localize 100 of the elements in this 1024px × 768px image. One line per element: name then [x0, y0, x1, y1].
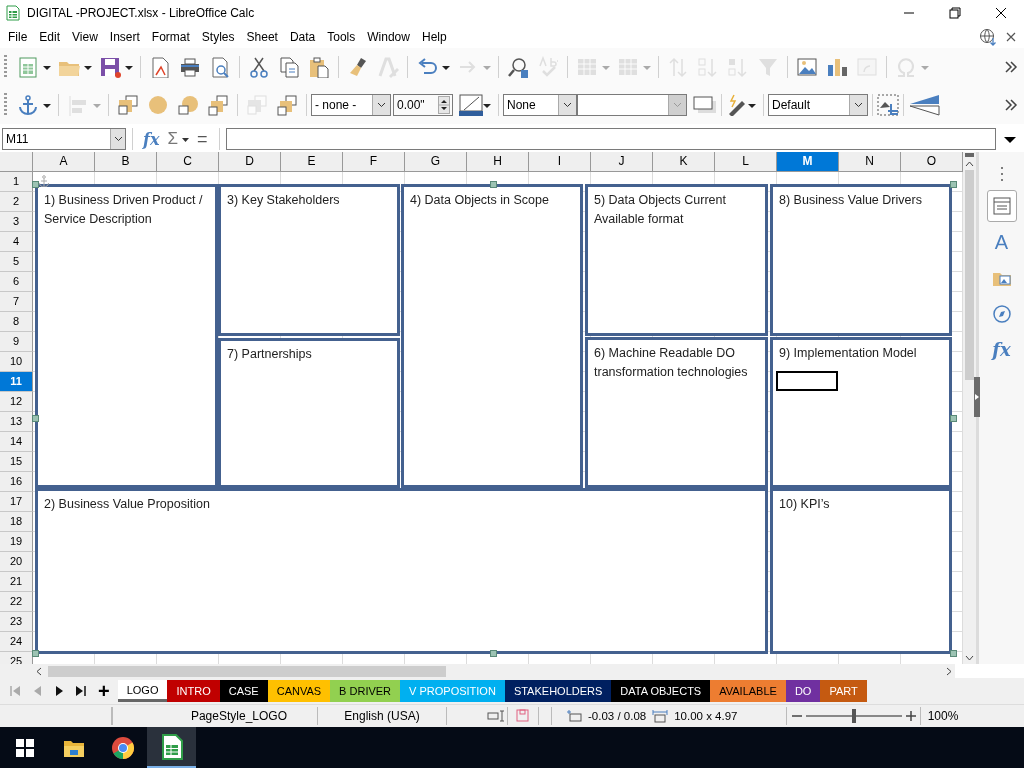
sheet-tab[interactable]: STAKEHOLDERS: [504, 680, 612, 702]
menu-item[interactable]: Styles: [195, 30, 241, 44]
globe-download-icon[interactable]: [979, 28, 997, 46]
style-dropdown[interactable]: Default: [768, 94, 868, 116]
row-header[interactable]: 21: [0, 572, 33, 592]
column-header[interactable]: G: [405, 152, 467, 172]
sheet-tab[interactable]: INTRO: [167, 680, 220, 702]
column-header[interactable]: A: [33, 152, 95, 172]
selection-handle[interactable]: [490, 181, 497, 188]
selection-handle[interactable]: [490, 650, 497, 657]
row-header[interactable]: 1: [0, 172, 33, 192]
row-header[interactable]: 22: [0, 592, 33, 612]
bar-chart-icon[interactable]: [826, 56, 848, 78]
sheet-tab[interactable]: DO: [785, 680, 821, 702]
pdf-document-icon[interactable]: [149, 56, 171, 78]
functions-button[interactable]: fx: [986, 334, 1017, 366]
column-header[interactable]: B: [95, 152, 157, 172]
column-header[interactable]: D: [219, 152, 281, 172]
spreadsheet-icon[interactable]: [160, 733, 183, 760]
collapse-handle-icon[interactable]: [974, 377, 980, 417]
sum-button[interactable]: Σ: [165, 129, 180, 149]
sheet-tab[interactable]: LOGO: [117, 680, 168, 702]
clipboard-icon[interactable]: [308, 56, 330, 78]
browser-icon[interactable]: [110, 735, 135, 760]
copy-icon[interactable]: [278, 56, 300, 78]
flip-icon[interactable]: [908, 94, 940, 116]
row-header[interactable]: 2: [0, 192, 33, 212]
circle-behind-icon[interactable]: [177, 94, 199, 116]
column-header[interactable]: L: [715, 152, 777, 172]
menu-item[interactable]: Format: [145, 30, 196, 44]
row-header[interactable]: 16: [0, 472, 33, 492]
function-wizard-button[interactable]: fx: [139, 129, 164, 149]
column-header[interactable]: O: [901, 152, 963, 172]
area-style-dropdown[interactable]: None: [503, 94, 577, 116]
column-header[interactable]: J: [591, 152, 653, 172]
column-header[interactable]: H: [467, 152, 529, 172]
sheet-tab[interactable]: DATA OBJECTS: [611, 680, 711, 702]
row-header[interactable]: 19: [0, 532, 33, 552]
scissors-icon[interactable]: [248, 56, 270, 78]
row-header[interactable]: 8: [0, 312, 33, 332]
column-header[interactable]: E: [281, 152, 343, 172]
sheet-tab[interactable]: PART: [820, 680, 867, 702]
send-to-back-icon[interactable]: [276, 94, 298, 116]
menu-item[interactable]: Window: [361, 30, 416, 44]
row-header[interactable]: 18: [0, 512, 33, 532]
paintbrush-icon[interactable]: [347, 56, 369, 78]
double-chevron-icon[interactable]: [1004, 98, 1018, 112]
sheet-tab[interactable]: CANVAS: [267, 680, 331, 702]
shadow-icon[interactable]: [693, 95, 717, 115]
last-sheet-icon[interactable]: [74, 684, 88, 698]
close-icon[interactable]: [1005, 31, 1017, 43]
column-header[interactable]: K: [653, 152, 715, 172]
row-header[interactable]: 6: [0, 272, 33, 292]
zoom-slider[interactable]: [805, 709, 902, 723]
row-header[interactable]: 11: [0, 372, 33, 392]
selection-handle[interactable]: [950, 415, 957, 422]
cell-cursor[interactable]: [776, 371, 838, 391]
sheet-tab[interactable]: CASE: [219, 680, 268, 702]
split-handle[interactable]: [965, 153, 974, 157]
page-magnifier-icon[interactable]: [209, 56, 231, 78]
selection-handle[interactable]: [32, 415, 39, 422]
row-header[interactable]: 7: [0, 292, 33, 312]
language-label[interactable]: English (USA): [318, 707, 447, 725]
column-header[interactable]: C: [157, 152, 219, 172]
zoom-thumb[interactable]: [851, 709, 856, 723]
double-chevron-icon[interactable]: [1004, 60, 1018, 74]
scrollbar-thumb[interactable]: [965, 170, 974, 380]
styles-button[interactable]: A: [986, 226, 1017, 258]
selection-handle[interactable]: [950, 181, 957, 188]
row-header[interactable]: 23: [0, 612, 33, 632]
row-header[interactable]: 5: [0, 252, 33, 272]
menu-item[interactable]: View: [66, 30, 104, 44]
zoom-in-icon[interactable]: [905, 711, 916, 721]
printer-icon[interactable]: [179, 56, 201, 78]
zoom-value[interactable]: 100%: [921, 707, 965, 725]
image-icon[interactable]: [796, 56, 818, 78]
select-all-corner[interactable]: [0, 152, 33, 172]
selection-handle[interactable]: [32, 181, 39, 188]
row-header[interactable]: 24: [0, 632, 33, 652]
scrollbar-thumb[interactable]: [48, 666, 446, 677]
row-header[interactable]: 17: [0, 492, 33, 512]
row-header[interactable]: 13: [0, 412, 33, 432]
spin-arrows-icon[interactable]: [438, 96, 450, 114]
line-color-icon[interactable]: [459, 94, 483, 116]
line-style-dropdown[interactable]: - none -: [311, 94, 391, 116]
line-width-field[interactable]: 0.00": [393, 94, 453, 116]
formula-input[interactable]: [226, 128, 996, 150]
row-header[interactable]: 15: [0, 452, 33, 472]
column-header[interactable]: M: [777, 152, 839, 172]
menu-item[interactable]: Edit: [33, 30, 67, 44]
send-to-back-icon[interactable]: [207, 94, 229, 116]
row-header[interactable]: 4: [0, 232, 33, 252]
name-box[interactable]: M11: [2, 128, 126, 150]
column-header[interactable]: N: [839, 152, 901, 172]
column-header[interactable]: F: [343, 152, 405, 172]
menu-item[interactable]: File: [2, 30, 34, 44]
anchor-icon[interactable]: [17, 94, 39, 116]
first-sheet-icon[interactable]: [8, 684, 22, 698]
row-header[interactable]: 14: [0, 432, 33, 452]
find-replace-icon[interactable]: [507, 56, 529, 78]
